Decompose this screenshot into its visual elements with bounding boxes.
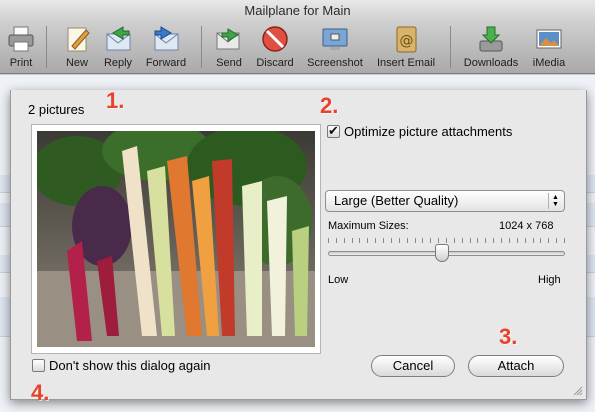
reply-icon: [106, 26, 131, 51]
slider-tick: [430, 238, 431, 243]
new-label: New: [65, 57, 88, 69]
annotation-step-3: 3.: [499, 324, 518, 349]
popup-arrows-icon: ▲ ▼: [548, 193, 562, 209]
slider-tick: [422, 238, 423, 243]
slider-tick: [399, 238, 400, 243]
quality-popup[interactable]: Large (Better Quality) ▲ ▼: [325, 190, 565, 212]
dont-show-checkbox[interactable]: [32, 359, 45, 372]
chard-photo-image: [37, 131, 315, 347]
slider-tick: [501, 238, 502, 243]
slider-tick: [359, 238, 360, 243]
send-label: Send: [216, 57, 242, 69]
quality-value: Large (Better Quality): [334, 193, 459, 208]
optimize-checkbox-row[interactable]: Optimize picture attachments: [327, 123, 513, 139]
resize-grip-icon[interactable]: [573, 386, 583, 396]
attach-pictures-sheet: 2 pictures Op: [10, 90, 587, 400]
slider-thumb[interactable]: [435, 244, 449, 262]
slider-tick: [352, 238, 353, 243]
slider-tick: [493, 238, 494, 243]
window-title: Mailplane for Main: [0, 0, 595, 22]
printer-icon: [8, 26, 34, 52]
slider-tick: [328, 238, 329, 243]
annotation-step-2: 2.: [320, 93, 339, 118]
downloads-button[interactable]: Downloads: [461, 24, 521, 72]
annotation-step-1: 1.: [106, 88, 125, 113]
imedia-button[interactable]: iMedia: [527, 24, 571, 72]
imedia-label: iMedia: [532, 57, 566, 69]
picture-preview: [31, 124, 321, 354]
downloads-label: Downloads: [463, 57, 519, 69]
slider-low-label: Low: [328, 274, 349, 286]
optimize-checkbox[interactable]: [327, 123, 340, 139]
svg-text:@: @: [400, 33, 414, 49]
slider-tick: [533, 238, 534, 243]
slider-tick: [415, 238, 416, 243]
discard-label: Discard: [256, 57, 294, 69]
slider-tick: [375, 238, 376, 243]
forward-label: Forward: [145, 57, 187, 69]
screenshot-button[interactable]: Screenshot: [303, 24, 367, 72]
slider-tick: [525, 238, 526, 243]
reply-button[interactable]: Reply: [100, 24, 136, 72]
slider-tick: [454, 238, 455, 243]
downloads-icon: [479, 26, 503, 52]
slider-tick: [477, 238, 478, 243]
slider-high-label: High: [538, 274, 561, 286]
print-button[interactable]: Print: [4, 24, 38, 72]
slider-tick: [407, 238, 408, 243]
screenshot-label: Screenshot: [307, 57, 363, 69]
slider-tick: [517, 238, 518, 243]
optimize-label: Optimize picture attachments: [344, 124, 513, 139]
slider-tick: [509, 238, 510, 243]
slider-tick: [462, 238, 463, 243]
slider-tick: [485, 238, 486, 243]
address-book-icon: @: [396, 26, 417, 53]
slider-tick: [367, 238, 368, 243]
quality-slider[interactable]: [328, 244, 565, 262]
dont-show-checkbox-row[interactable]: Don't show this dialog again: [32, 358, 210, 373]
picture-count: 2 pictures: [28, 102, 85, 117]
discard-button[interactable]: Discard: [253, 24, 297, 72]
send-button[interactable]: Send: [212, 24, 246, 72]
dont-show-label: Don't show this dialog again: [49, 358, 211, 373]
insert-email-button[interactable]: @ Insert Email: [374, 24, 438, 72]
forward-icon: [154, 26, 179, 51]
slider-tick: [336, 238, 337, 243]
slider-tick: [470, 238, 471, 243]
slider-tick: [540, 238, 541, 243]
slider-tick: [344, 238, 345, 243]
max-sizes-value: 1024 x 768: [499, 220, 554, 232]
slider-tick: [556, 238, 557, 243]
insert-email-label: Insert Email: [376, 57, 436, 69]
screenshot-icon: [322, 28, 348, 50]
cancel-button[interactable]: Cancel: [371, 355, 455, 377]
discard-icon: [262, 26, 288, 52]
attach-button[interactable]: Attach: [468, 355, 564, 377]
print-label: Print: [9, 57, 33, 69]
annotation-step-4: 4.: [31, 380, 50, 405]
slider-tick: [548, 238, 549, 243]
slider-tick: [564, 238, 565, 243]
reply-label: Reply: [103, 57, 133, 69]
slider-tick: [391, 238, 392, 243]
slider-tick: [446, 238, 447, 243]
imedia-icon: [536, 29, 562, 49]
forward-button[interactable]: Forward: [143, 24, 189, 72]
toolbar: Print New Reply Forward Send Discard Scr…: [0, 22, 595, 74]
compose-icon: [67, 27, 90, 52]
max-sizes-label: Maximum Sizes:: [328, 220, 409, 232]
new-button[interactable]: New: [60, 24, 94, 72]
slider-tick: [438, 238, 439, 243]
send-icon: [216, 28, 240, 50]
slider-tick: [383, 238, 384, 243]
